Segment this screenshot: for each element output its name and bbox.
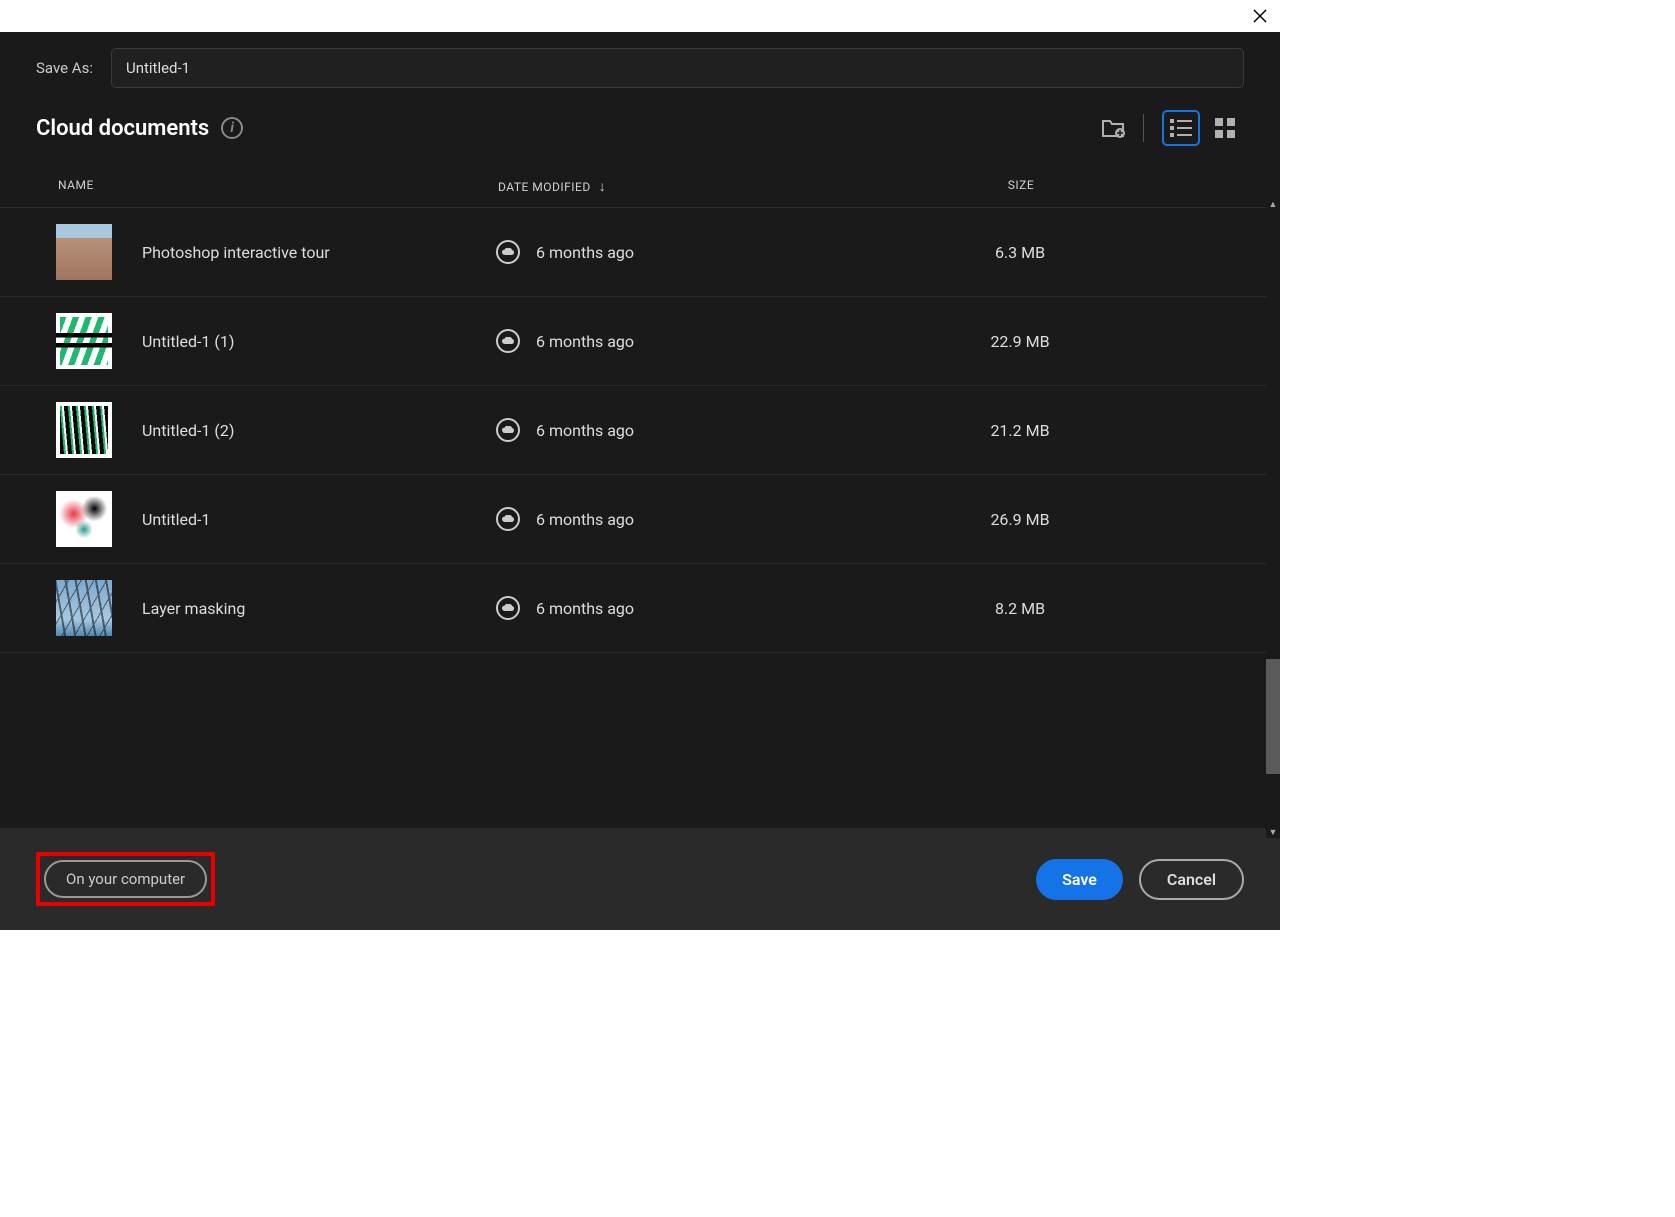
file-row[interactable]: Photoshop interactive tour 6 months ago … bbox=[0, 208, 1280, 297]
header-area: Save As: Cloud documents i bbox=[0, 32, 1280, 156]
cloud-header-row: Cloud documents i bbox=[36, 110, 1244, 146]
column-size-header[interactable]: SIZE bbox=[798, 178, 1244, 195]
close-icon[interactable] bbox=[1250, 6, 1270, 26]
footer: On your computer Save Cancel bbox=[0, 828, 1280, 930]
column-date-header[interactable]: DATE MODIFIED ↓ bbox=[498, 178, 798, 195]
cloud-sync-icon bbox=[496, 329, 520, 353]
file-thumbnail bbox=[56, 402, 112, 458]
file-date: 6 months ago bbox=[536, 421, 796, 440]
save-dialog: Save As: Cloud documents i bbox=[0, 0, 1280, 930]
file-row[interactable]: Untitled-1 6 months ago 26.9 MB bbox=[0, 475, 1280, 564]
sort-descending-icon: ↓ bbox=[599, 178, 607, 195]
file-thumbnail bbox=[56, 491, 112, 547]
save-as-label: Save As: bbox=[36, 59, 93, 77]
file-thumbnail bbox=[56, 224, 112, 280]
file-size: 26.9 MB bbox=[796, 510, 1244, 529]
save-as-row: Save As: bbox=[36, 48, 1244, 88]
highlight-annotation: On your computer bbox=[36, 852, 215, 906]
scroll-down-icon[interactable]: ▼ bbox=[1268, 827, 1278, 837]
cloud-sync-icon bbox=[496, 418, 520, 442]
file-date: 6 months ago bbox=[536, 599, 796, 618]
toolbar bbox=[1095, 110, 1244, 146]
file-row[interactable]: Untitled-1 (1) 6 months ago 22.9 MB bbox=[0, 297, 1280, 386]
list-view-icon[interactable] bbox=[1162, 110, 1200, 146]
file-date: 6 months ago bbox=[536, 510, 796, 529]
toolbar-divider bbox=[1143, 114, 1144, 142]
file-size: 8.2 MB bbox=[796, 599, 1244, 618]
file-list: Photoshop interactive tour 6 months ago … bbox=[0, 207, 1280, 828]
file-name: Photoshop interactive tour bbox=[142, 243, 496, 262]
new-folder-icon[interactable] bbox=[1095, 110, 1131, 146]
cloud-title-group: Cloud documents i bbox=[36, 116, 243, 141]
file-name: Untitled-1 bbox=[142, 510, 496, 529]
filename-input[interactable] bbox=[111, 48, 1244, 88]
info-icon[interactable]: i bbox=[221, 117, 243, 139]
file-date: 6 months ago bbox=[536, 243, 796, 262]
file-name: Untitled-1 (2) bbox=[142, 421, 496, 440]
on-your-computer-button[interactable]: On your computer bbox=[44, 860, 207, 898]
scrollbar[interactable]: ▲ ▼ bbox=[1266, 198, 1280, 838]
file-date: 6 months ago bbox=[536, 332, 796, 351]
file-row[interactable]: Untitled-1 (2) 6 months ago 21.2 MB bbox=[0, 386, 1280, 475]
titlebar bbox=[0, 0, 1280, 32]
file-name: Untitled-1 (1) bbox=[142, 332, 496, 351]
file-size: 22.9 MB bbox=[796, 332, 1244, 351]
cloud-sync-icon bbox=[496, 596, 520, 620]
cancel-button[interactable]: Cancel bbox=[1139, 859, 1244, 900]
scroll-up-icon[interactable]: ▲ bbox=[1268, 199, 1278, 209]
file-thumbnail bbox=[56, 313, 112, 369]
cloud-sync-icon bbox=[496, 507, 520, 531]
file-row[interactable]: Layer masking 6 months ago 8.2 MB bbox=[0, 564, 1280, 653]
file-name: Layer masking bbox=[142, 599, 496, 618]
file-size: 6.3 MB bbox=[796, 243, 1244, 262]
column-name-header[interactable]: NAME bbox=[58, 178, 498, 195]
scrollbar-thumb[interactable] bbox=[1266, 659, 1280, 774]
cloud-documents-title: Cloud documents bbox=[36, 116, 209, 141]
grid-view-icon[interactable] bbox=[1206, 110, 1244, 146]
save-button[interactable]: Save bbox=[1036, 859, 1123, 900]
file-size: 21.2 MB bbox=[796, 421, 1244, 440]
footer-buttons: Save Cancel bbox=[1036, 859, 1244, 900]
cloud-sync-icon bbox=[496, 240, 520, 264]
column-headers: NAME DATE MODIFIED ↓ SIZE bbox=[0, 156, 1280, 207]
file-thumbnail bbox=[56, 580, 112, 636]
